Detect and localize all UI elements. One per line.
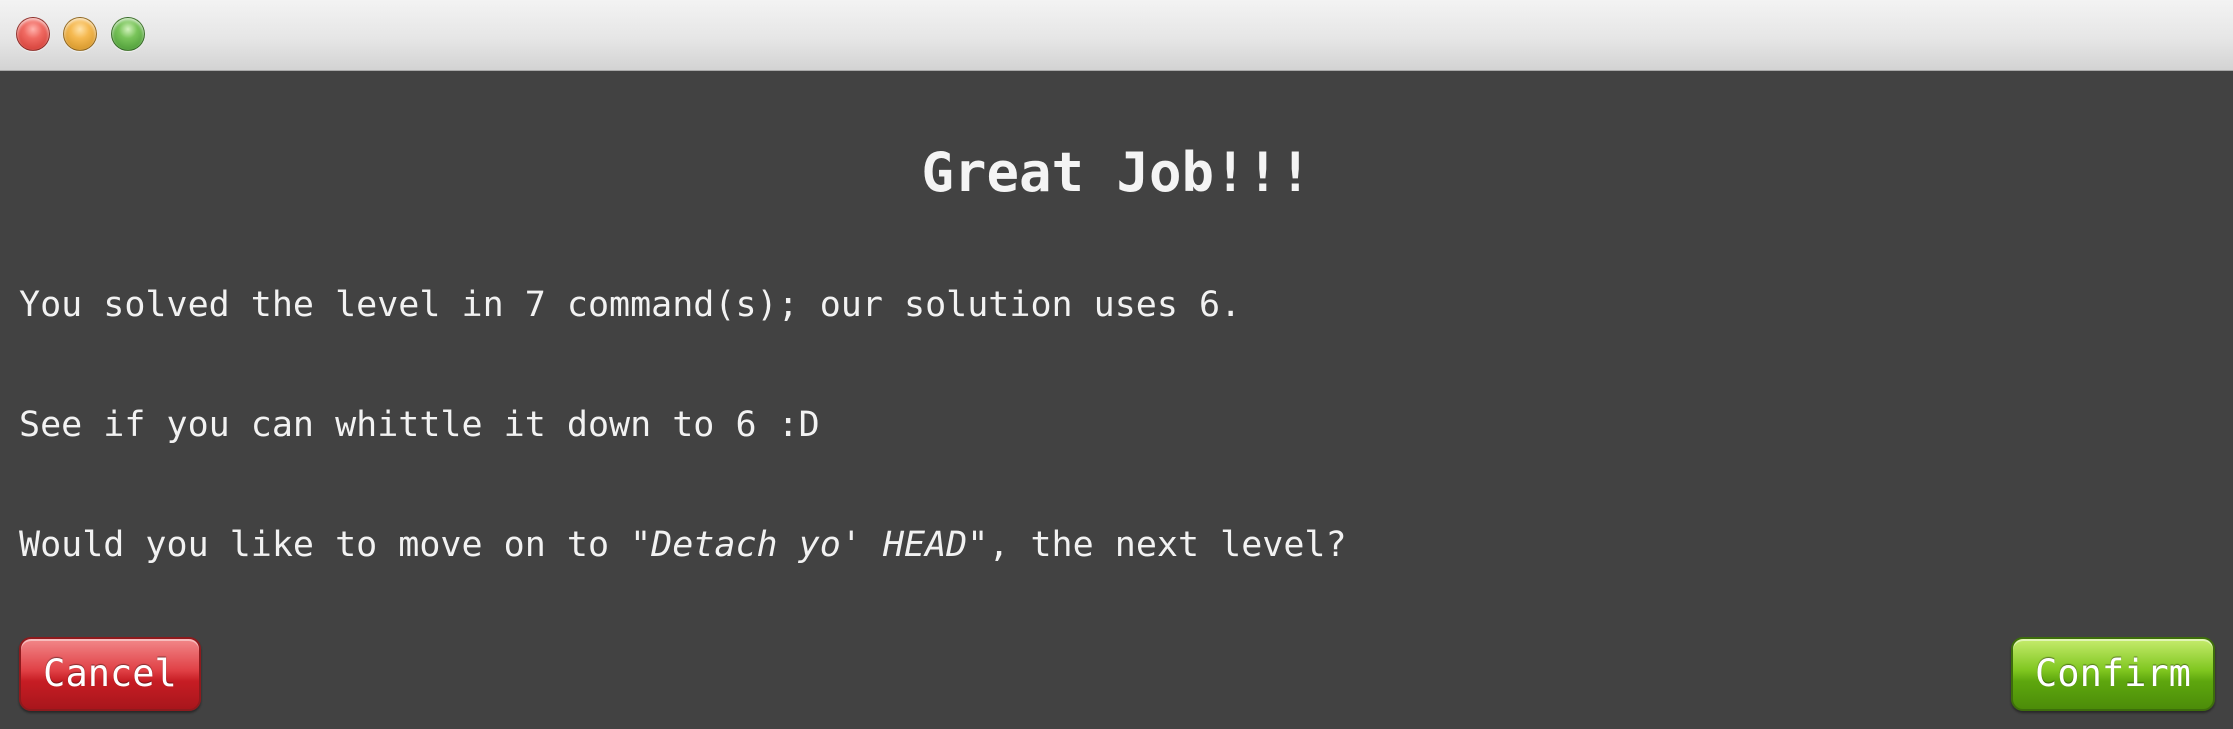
title-bar xyxy=(0,0,2233,71)
zoom-icon[interactable] xyxy=(111,17,145,51)
dialog-title: Great Job!!! xyxy=(921,141,1312,204)
confirm-button[interactable]: Confirm xyxy=(2011,637,2215,711)
hint-message: See if you can whittle it down to 6 :D xyxy=(19,405,820,445)
next-level-prompt: Would you like to move on to "Detach yo'… xyxy=(19,528,1347,563)
close-icon[interactable] xyxy=(16,17,50,51)
dialog-content: Great Job!!! You solved the level in 7 c… xyxy=(0,71,2233,729)
minimize-icon[interactable] xyxy=(63,17,97,51)
dialog-window: Great Job!!! You solved the level in 7 c… xyxy=(0,0,2233,729)
next-level-prompt-prefix: Would you like to move on to xyxy=(19,525,631,565)
result-message: You solved the level in 7 command(s); ou… xyxy=(19,285,1242,325)
next-level-prompt-suffix: , the next level? xyxy=(988,525,1347,565)
cancel-button[interactable]: Cancel xyxy=(19,637,201,711)
next-level-name: "Detach yo' HEAD" xyxy=(630,525,989,565)
